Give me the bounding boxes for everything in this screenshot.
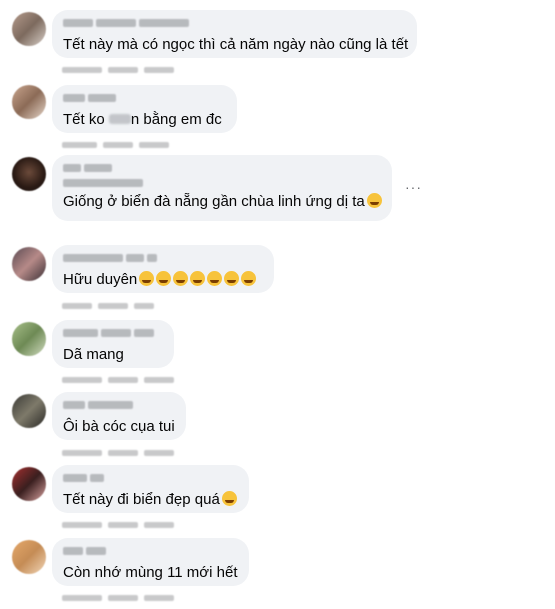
laughing-crying-emoji — [156, 271, 172, 286]
comment-bubble: Tết này đi biển đẹp quá — [52, 465, 249, 513]
author-badge-blurred — [63, 178, 380, 188]
comment-text: Dã mang — [63, 346, 124, 363]
author-name-blurred[interactable] — [63, 544, 237, 558]
comment-bubble: Tết này mà có ngọc thì cả năm ngày nào c… — [52, 10, 417, 58]
comment-text: Giống ở biển đà nẵng gần chùa linh ứng d… — [63, 192, 382, 211]
avatar[interactable] — [12, 322, 46, 356]
comment-text: Tết ko n bằng em đc — [63, 111, 222, 128]
author-name-blurred[interactable] — [63, 16, 405, 30]
comment-actions-blurred[interactable] — [62, 448, 174, 458]
author-name-blurred[interactable] — [63, 398, 174, 412]
avatar[interactable] — [12, 247, 46, 281]
laughing-crying-emoji — [241, 271, 257, 286]
comment-bubble: Dã mang — [52, 320, 174, 368]
avatar[interactable] — [12, 157, 46, 191]
avatar[interactable] — [12, 467, 46, 501]
laughing-crying-emoji — [224, 271, 240, 286]
comment-text: Ôi bà cóc cụa tui — [63, 418, 175, 435]
comment-text: Hữu duyên — [63, 270, 262, 289]
comment-text: Tết này mà có ngọc thì cả năm ngày nào c… — [63, 36, 409, 53]
avatar[interactable] — [12, 540, 46, 574]
laughing-crying-emoji — [139, 271, 155, 286]
avatar[interactable] — [12, 85, 46, 119]
comment-actions-blurred[interactable] — [62, 65, 174, 75]
author-name-blurred[interactable] — [63, 251, 262, 265]
laughing-crying-emoji — [190, 271, 206, 286]
author-name-blurred[interactable] — [63, 91, 225, 105]
comment-bubble: Giống ở biển đà nẵng gần chùa linh ứng d… — [52, 155, 392, 221]
comment-actions-blurred[interactable] — [62, 520, 174, 530]
author-name-blurred[interactable] — [63, 471, 237, 485]
rolling-eyes-emoji — [366, 193, 382, 208]
avatar[interactable] — [12, 12, 46, 46]
comment-actions-blurred[interactable] — [62, 593, 174, 603]
comment-actions-blurred[interactable] — [62, 301, 154, 311]
author-name-blurred[interactable] — [63, 161, 380, 175]
comment-text: Tết này đi biển đẹp quá — [63, 490, 237, 509]
avatar[interactable] — [12, 394, 46, 428]
kissing-emoji — [221, 491, 237, 506]
comment-bubble: Hữu duyên — [52, 245, 274, 293]
more-options-icon[interactable]: ··· — [405, 179, 422, 195]
comment-bubble: Tết ko n bằng em đc — [52, 85, 237, 133]
laughing-crying-emoji — [173, 271, 189, 286]
comment-text: Còn nhớ mùng 11 mới hết — [63, 564, 238, 581]
censored-word — [108, 114, 131, 124]
comment-bubble: Ôi bà cóc cụa tui — [52, 392, 186, 440]
author-name-blurred[interactable] — [63, 326, 162, 340]
comment-actions-blurred[interactable] — [62, 375, 174, 385]
comment-bubble: Còn nhớ mùng 11 mới hết — [52, 538, 249, 586]
laughing-crying-emoji — [207, 271, 223, 286]
comment-actions-blurred[interactable] — [62, 140, 169, 150]
